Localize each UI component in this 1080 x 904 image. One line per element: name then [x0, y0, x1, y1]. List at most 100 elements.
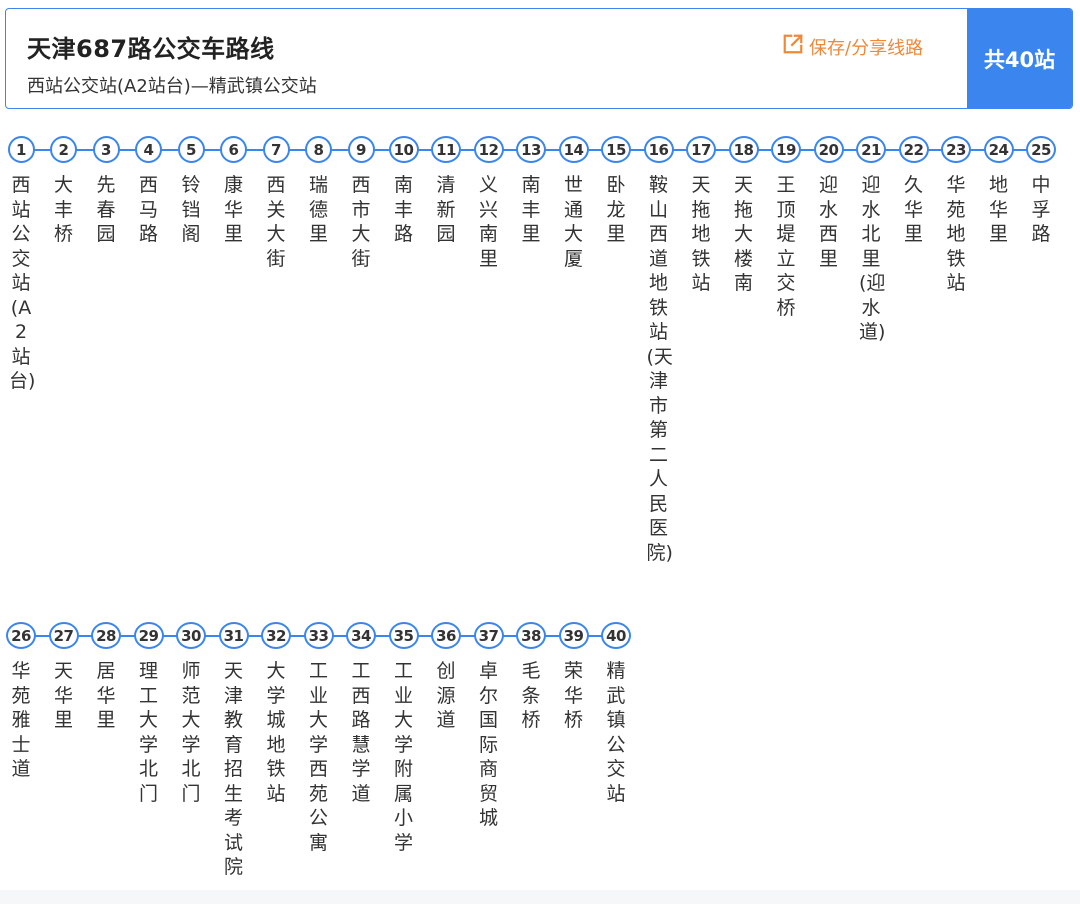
- stop-name: 工西路慧学道: [351, 660, 371, 805]
- stop-name: 西站公交站(A2站台): [9, 174, 36, 392]
- stop-name: 华苑雅士道: [11, 660, 31, 780]
- stop-item[interactable]: 3 先春园: [85, 136, 127, 247]
- stop-name: 创源道: [436, 660, 456, 731]
- stop-item[interactable]: 27 天华里: [43, 622, 85, 733]
- stop-item[interactable]: 38 毛条桥: [510, 622, 552, 733]
- stop-number: 25: [1026, 136, 1056, 163]
- stop-item[interactable]: 39 荣华桥: [553, 622, 595, 733]
- stop-name: 居华里: [96, 660, 116, 731]
- stop-number: 19: [771, 136, 801, 163]
- stop-number: 39: [558, 622, 589, 649]
- stop-name: 精武镇公交站: [606, 660, 626, 805]
- stop-item[interactable]: 24 地华里: [978, 136, 1020, 247]
- stop-name: 先春园: [96, 174, 116, 245]
- route-card: 天津687路公交车路线 西站公交站(A2站台)—精武镇公交站 保存/分享线路 共…: [0, 0, 1080, 890]
- stop-name: 大丰桥: [53, 174, 73, 245]
- stop-name: 地华里: [988, 174, 1008, 245]
- stop-item[interactable]: 16 鞍山西道地铁站(天津市第二人民医院): [638, 136, 680, 565]
- route-header: 天津687路公交车路线 西站公交站(A2站台)—精武镇公交站 保存/分享线路 共…: [5, 8, 1073, 109]
- stop-number: 5: [177, 136, 205, 163]
- stop-name: 工业大学附属小学: [393, 660, 413, 854]
- stop-item[interactable]: 23 华苑地铁站: [935, 136, 977, 296]
- stop-item[interactable]: 20 迎水西里: [808, 136, 850, 271]
- stop-number: 18: [728, 136, 759, 163]
- save-share-label: 保存/分享线路: [809, 37, 924, 59]
- stop-number: 40: [601, 622, 631, 649]
- stop-number: 24: [983, 136, 1014, 163]
- stop-name: 工业大学西苑公寓: [308, 660, 328, 854]
- stop-item[interactable]: 36 创源道: [425, 622, 467, 733]
- stop-item[interactable]: 9 西市大街: [340, 136, 382, 271]
- save-share-button[interactable]: 保存/分享线路: [782, 33, 923, 60]
- stop-number: 14: [558, 136, 589, 163]
- stop-number: 7: [262, 136, 290, 163]
- stop-item[interactable]: 2 大丰桥: [43, 136, 85, 247]
- stop-item[interactable]: 11 清新园: [425, 136, 467, 247]
- stop-name: 清新园: [436, 174, 456, 245]
- stop-item[interactable]: 28 居华里: [85, 622, 127, 733]
- stop-name: 义兴南里: [478, 174, 498, 270]
- stop-name: 迎水北里(迎水道): [859, 174, 886, 343]
- stop-number: 2: [50, 136, 77, 163]
- stop-number: 11: [431, 136, 461, 163]
- stop-item[interactable]: 40 精武镇公交站: [595, 622, 637, 806]
- stop-item[interactable]: 4 西马路: [128, 136, 170, 247]
- stop-name: 鞍山西道地铁站(天津市第二人民医院): [646, 174, 673, 564]
- stop-item[interactable]: 10 南丰路: [383, 136, 425, 247]
- stop-number: 37: [473, 622, 504, 649]
- stop-name: 卧龙里: [606, 174, 626, 245]
- stop-item[interactable]: 1 西站公交站(A2站台): [0, 136, 42, 394]
- stop-item[interactable]: 12 义兴南里: [468, 136, 510, 271]
- stop-item[interactable]: 8 瑞德里: [298, 136, 340, 247]
- stop-number: 16: [643, 136, 674, 163]
- stop-name: 铃铛阁: [181, 174, 201, 245]
- stop-item[interactable]: 18 天拖大楼南: [723, 136, 765, 296]
- stop-number: 9: [347, 136, 375, 163]
- stop-number: 27: [48, 622, 79, 649]
- stop-name: 天拖地铁站: [691, 174, 711, 294]
- stop-item[interactable]: 22 久华里: [893, 136, 935, 247]
- stop-item[interactable]: 34 工西路慧学道: [340, 622, 382, 806]
- stop-item[interactable]: 21 迎水北里(迎水道): [850, 136, 892, 345]
- stop-name: 世通大厦: [563, 174, 583, 270]
- stop-item[interactable]: 25 中孚路: [1020, 136, 1062, 247]
- stop-item[interactable]: 30 师范大学北门: [170, 622, 212, 806]
- stop-number: 30: [176, 622, 206, 649]
- stop-item[interactable]: 37 卓尔国际商贸城: [468, 622, 510, 831]
- stop-name: 南丰里: [521, 174, 541, 245]
- stop-item[interactable]: 6 康华里: [213, 136, 255, 247]
- stop-item[interactable]: 29 理工大学北门: [128, 622, 170, 806]
- stop-name: 理工大学北门: [138, 660, 158, 805]
- stop-number: 29: [133, 622, 164, 649]
- stop-item[interactable]: 7 西关大街: [255, 136, 297, 271]
- stop-item[interactable]: 15 卧龙里: [595, 136, 637, 247]
- stop-number: 6: [220, 136, 247, 163]
- stop-number: 28: [91, 622, 121, 649]
- stop-name: 迎水西里: [818, 174, 838, 270]
- stop-name: 瑞德里: [308, 174, 328, 245]
- stop-number: 36: [431, 622, 461, 649]
- stop-item[interactable]: 17 天拖地铁站: [680, 136, 722, 296]
- stop-item[interactable]: 32 大学城地铁站: [255, 622, 297, 806]
- stop-item[interactable]: 31 天津教育招生考试院: [213, 622, 255, 880]
- stop-number: 8: [305, 136, 332, 163]
- external-link-icon: [782, 33, 809, 60]
- stop-name: 中孚路: [1031, 174, 1051, 245]
- stop-number: 12: [473, 136, 504, 163]
- stop-number: 4: [135, 136, 162, 163]
- stop-number: 22: [898, 136, 929, 163]
- stop-item[interactable]: 19 王顶堤立交桥: [765, 136, 807, 320]
- stop-count-badge: 共40站: [967, 9, 1072, 108]
- stop-number: 35: [388, 622, 419, 649]
- stop-item[interactable]: 33 工业大学西苑公寓: [298, 622, 340, 855]
- stop-item[interactable]: 14 世通大厦: [553, 136, 595, 271]
- stop-number: 10: [388, 136, 419, 163]
- stop-item[interactable]: 13 南丰里: [510, 136, 552, 247]
- stop-name: 天拖大楼南: [733, 174, 753, 294]
- stop-item[interactable]: 26 华苑雅士道: [0, 622, 42, 782]
- stop-item[interactable]: 5 铃铛阁: [170, 136, 212, 247]
- stop-number: 23: [941, 136, 971, 163]
- route-endpoints: 西站公交站(A2站台)—精武镇公交站: [27, 76, 317, 97]
- stop-item[interactable]: 35 工业大学附属小学: [383, 622, 425, 855]
- stop-name: 卓尔国际商贸城: [478, 660, 498, 829]
